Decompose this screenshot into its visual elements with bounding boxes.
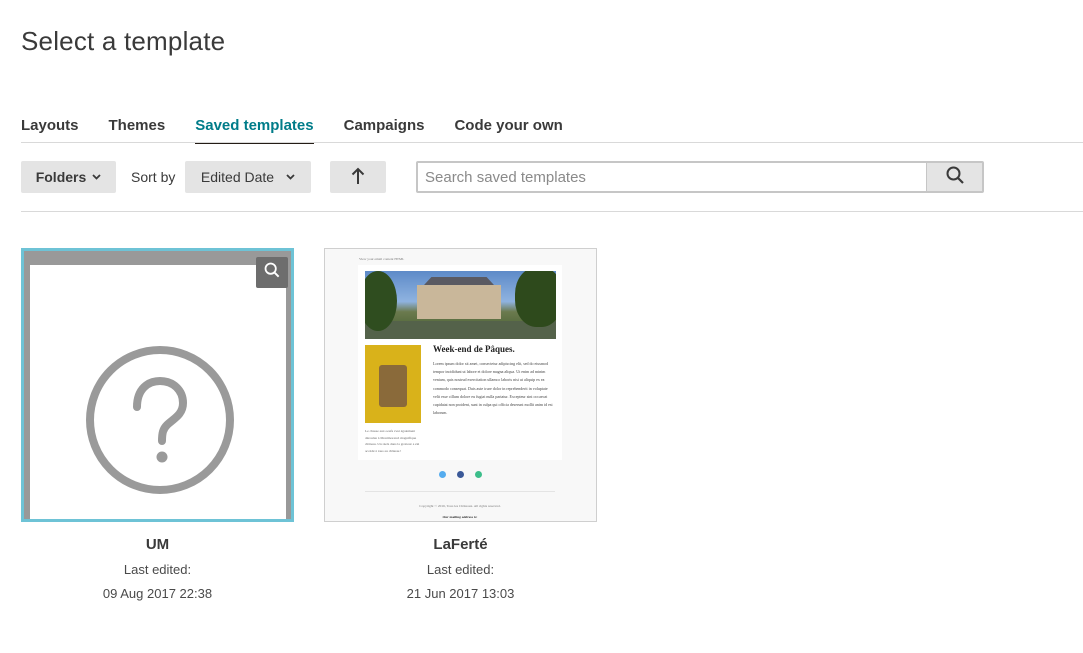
- template-tabs: Layouts Themes Saved templates Campaigns…: [21, 108, 1083, 144]
- preview-top-link: View your email content HTML: [359, 257, 405, 261]
- twitter-icon: [439, 471, 446, 478]
- template-thumbnail[interactable]: [21, 248, 294, 522]
- template-name: LaFerté: [433, 536, 488, 553]
- search-box: [416, 161, 984, 193]
- sort-field-dropdown[interactable]: Edited Date: [185, 161, 311, 193]
- email-preview: View your email content HTML Week-end de…: [358, 249, 562, 521]
- last-edited-date: 21 Jun 2017 13:03: [406, 586, 515, 601]
- template-card-um[interactable]: UM Last edited: 09 Aug 2017 22:38: [21, 248, 294, 601]
- last-edited-date: 09 Aug 2017 22:38: [102, 586, 213, 601]
- last-edited-label: Last edited:: [123, 562, 192, 577]
- search-icon: [946, 166, 964, 189]
- preview-heading: Week-end de Pâques.: [433, 344, 515, 354]
- chevron-down-icon: [286, 172, 295, 183]
- website-icon: [475, 471, 482, 478]
- tab-campaigns[interactable]: Campaigns: [344, 108, 425, 143]
- preview-zoom-button[interactable]: [256, 257, 288, 288]
- preview-divider: [365, 491, 555, 492]
- sort-by-label: Sort by: [131, 169, 176, 185]
- preview-caption: Le chasse aux oeufs s'est également déro…: [365, 429, 420, 453]
- social-icons: [439, 471, 482, 478]
- preview-address: Our mailing address is:: [442, 515, 478, 519]
- folders-label: Folders: [35, 169, 87, 185]
- arrow-up-icon: [351, 167, 365, 188]
- folders-dropdown-button[interactable]: Folders: [21, 161, 116, 193]
- template-thumbnail[interactable]: View your email content HTML Week-end de…: [324, 248, 597, 522]
- castle-image: [365, 271, 556, 339]
- sort-field-value: Edited Date: [200, 169, 275, 185]
- sort-direction-button[interactable]: [330, 161, 386, 193]
- tab-saved-templates[interactable]: Saved templates: [195, 108, 315, 144]
- tab-themes[interactable]: Themes: [109, 108, 166, 143]
- question-mark-icon: [85, 345, 235, 500]
- last-edited-label: Last edited:: [426, 562, 495, 577]
- search-button[interactable]: [926, 163, 982, 191]
- preview-body: Week-end de Pâques. Lorem ipsum dolor si…: [358, 265, 562, 460]
- page-title: Select a template: [21, 26, 226, 56]
- search-input[interactable]: [418, 163, 926, 191]
- tab-code-your-own[interactable]: Code your own: [454, 108, 562, 143]
- poster-image: [365, 345, 421, 423]
- preview-text: Lorem ipsum dolor sit amet, consectetur …: [433, 361, 553, 416]
- template-card-laferte[interactable]: View your email content HTML Week-end de…: [324, 248, 597, 601]
- chevron-down-icon: [92, 172, 101, 183]
- tab-layouts[interactable]: Layouts: [21, 108, 79, 143]
- toolbar-divider: [21, 211, 1083, 212]
- thumbnail-placeholder: [30, 265, 286, 519]
- preview-copyright: Copyright © 2016, Tous les Châteaux. All…: [419, 504, 501, 508]
- search-icon: [264, 262, 280, 283]
- facebook-icon: [457, 471, 464, 478]
- toolbar: Folders Sort by Edited Date: [21, 161, 1083, 193]
- template-name: UM: [145, 536, 170, 553]
